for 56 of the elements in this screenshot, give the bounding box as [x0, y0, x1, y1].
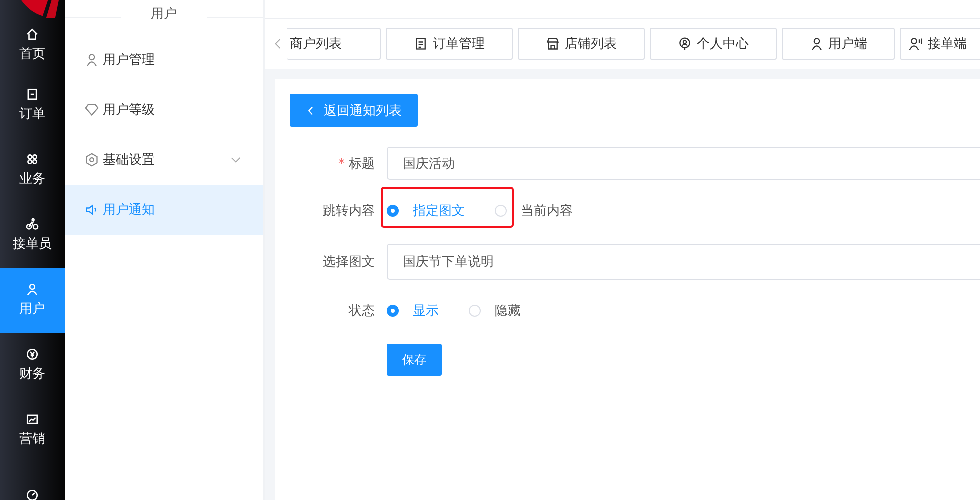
field-label: 标题 [349, 156, 375, 172]
nav-item[interactable]: 订单 [0, 73, 65, 138]
speaker-icon [85, 203, 99, 217]
bicycle-icon [26, 218, 39, 231]
scroll-left-icon[interactable] [275, 38, 281, 50]
user-icon [26, 283, 39, 296]
page-tab[interactable]: 店铺列表 [518, 28, 645, 60]
field-label: 状态 [349, 304, 375, 319]
submenu-item[interactable]: 用户等级 [65, 85, 263, 135]
hexagon-icon [85, 153, 99, 167]
option-label: 指定图文 [413, 203, 465, 220]
nav-label: 首页 [20, 46, 46, 63]
dial-icon [26, 489, 39, 500]
radio-option[interactable]: 隐藏 [469, 302, 521, 320]
nav-label: 接单员 [13, 236, 52, 253]
nav-label: 财务 [20, 366, 46, 383]
nav-label: 业务 [20, 171, 46, 188]
chart-icon [26, 413, 39, 426]
submenu-item[interactable]: 基础设置 [65, 135, 263, 185]
input-field[interactable]: 国庆节下单说明 [387, 244, 980, 280]
location-pin-icon [678, 37, 692, 51]
nav-item[interactable]: 首页 [0, 18, 65, 73]
option-label: 显示 [413, 303, 439, 320]
radio-button[interactable] [387, 305, 399, 317]
page-tab[interactable]: 订单管理 [386, 28, 513, 60]
input-field[interactable]: 国庆活动 [387, 147, 980, 180]
nav-label: 营销 [20, 431, 46, 448]
field-label: 选择图文 [323, 255, 375, 270]
diamond-icon [85, 103, 99, 117]
nav-item[interactable]: 财务 [0, 333, 65, 398]
user-voice-icon [909, 37, 923, 51]
submenu-item[interactable]: 用户管理 [65, 35, 263, 85]
radio-button[interactable] [387, 205, 399, 217]
nav-label: 订单 [20, 106, 46, 123]
user-icon [85, 53, 99, 67]
nav-item[interactable]: 接单员 [0, 203, 65, 268]
page-tab[interactable]: 接单端 [900, 28, 980, 60]
store-icon [546, 37, 560, 51]
chevron-left-icon [308, 106, 314, 116]
yuan-icon [26, 348, 39, 361]
nav-item[interactable]: 业务 [0, 138, 65, 203]
user-icon [810, 37, 824, 51]
required-mark: * [338, 156, 345, 172]
page-tab[interactable]: 商户列表 [287, 28, 381, 60]
radio-option[interactable]: 当前内容 [495, 202, 573, 220]
option-label: 当前内容 [521, 203, 573, 220]
page-tab[interactable]: 用户端 [782, 28, 895, 60]
nav-label: 用户 [20, 301, 46, 318]
home-icon [26, 28, 39, 41]
document-icon [26, 88, 39, 101]
option-label: 隐藏 [495, 303, 521, 320]
document-icon [414, 37, 428, 51]
nav-item[interactable]: 营销 [0, 398, 65, 463]
grid-icon [26, 153, 39, 166]
field-label: 跳转内容 [323, 204, 375, 219]
page-tab[interactable]: 个人中心 [650, 28, 777, 60]
